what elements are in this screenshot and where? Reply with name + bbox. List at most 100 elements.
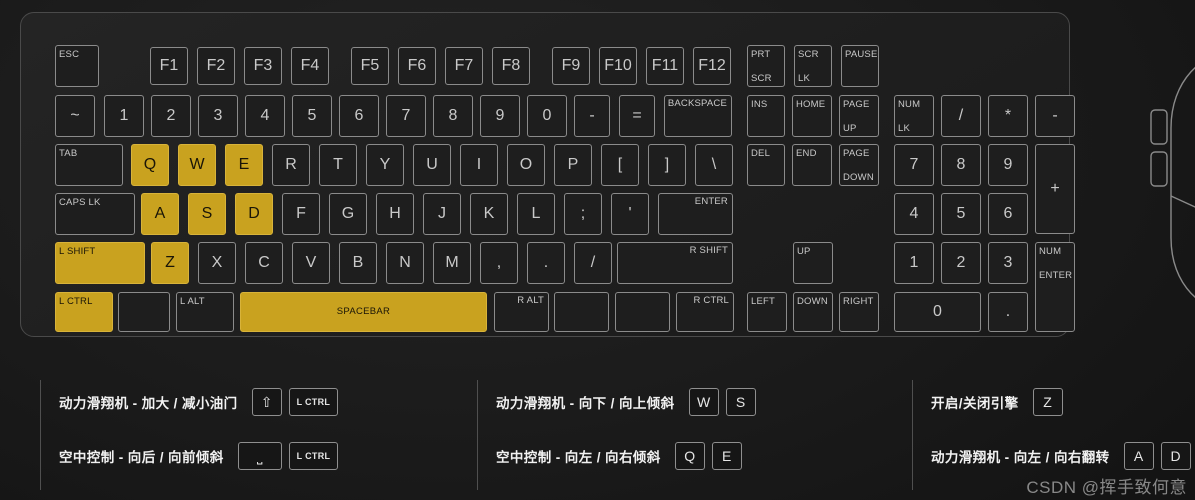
key-d-home_letter_row-3[interactable]: D xyxy=(235,193,273,235)
legend-key-l-ctrl[interactable]: L CTRL xyxy=(288,388,339,416)
legend-key-w[interactable]: W xyxy=(688,388,719,416)
key-z-bottom_letter_row-1[interactable]: Z xyxy=(151,242,189,284)
key-down-modifier_row-9[interactable]: DOWN xyxy=(793,292,833,332)
key-y-top_letter_row-6[interactable]: Y xyxy=(366,144,404,186)
key-4-home_letter_row-13[interactable]: 4 xyxy=(894,193,934,235)
key-h-home_letter_row-6[interactable]: H xyxy=(376,193,414,235)
key-3-number_row-3[interactable]: 3 xyxy=(198,95,238,137)
legend-key-d[interactable]: D xyxy=(1160,442,1191,470)
key-ins-number_row-14[interactable]: INS xyxy=(747,95,785,137)
key-8-number_row-8[interactable]: 8 xyxy=(433,95,473,137)
key-o-top_letter_row-9[interactable]: O xyxy=(507,144,545,186)
key-7-top_letter_row-17[interactable]: 7 xyxy=(894,144,934,186)
key-end-top_letter_row-15[interactable]: END xyxy=(792,144,832,186)
key-f8-function_row-8[interactable]: F8 xyxy=(492,47,530,85)
key-blank-home_letter_row-11[interactable]: ' xyxy=(611,193,649,235)
key-blank-top_letter_row-11[interactable]: [ xyxy=(601,144,639,186)
key-6-home_letter_row-15[interactable]: 6 xyxy=(988,193,1028,235)
key-f4-function_row-4[interactable]: F4 xyxy=(291,47,329,85)
legend-key-s[interactable]: S xyxy=(725,388,756,416)
key-n-bottom_letter_row-6[interactable]: N xyxy=(386,242,424,284)
key-f7-function_row-7[interactable]: F7 xyxy=(445,47,483,85)
key-blank-bottom_letter_row-9[interactable]: . xyxy=(527,242,565,284)
legend-key-glyph[interactable]: ⇧ xyxy=(251,388,282,416)
key-w-top_letter_row-2[interactable]: W xyxy=(178,144,216,186)
key-blank-number_row-0[interactable]: ~ xyxy=(55,95,95,137)
key-1-number_row-1[interactable]: 1 xyxy=(104,95,144,137)
key-f6-function_row-6[interactable]: F6 xyxy=(398,47,436,85)
key-blank-bottom_letter_row-10[interactable]: / xyxy=(574,242,612,284)
key-8-top_letter_row-18[interactable]: 8 xyxy=(941,144,981,186)
key-i-top_letter_row-8[interactable]: I xyxy=(460,144,498,186)
key-a-home_letter_row-1[interactable]: A xyxy=(141,193,179,235)
key-f5-function_row-5[interactable]: F5 xyxy=(351,47,389,85)
key-tab-top_letter_row-0[interactable]: TAB xyxy=(55,144,123,186)
key-9-number_row-9[interactable]: 9 xyxy=(480,95,520,137)
legend-key-z[interactable]: Z xyxy=(1032,388,1063,416)
key-u-top_letter_row-7[interactable]: U xyxy=(413,144,451,186)
key-blank-number_row-19[interactable]: * xyxy=(988,95,1028,137)
key-e-top_letter_row-3[interactable]: E xyxy=(225,144,263,186)
key-blank-top_letter_row-12[interactable]: ] xyxy=(648,144,686,186)
key-right-modifier_row-10[interactable]: RIGHT xyxy=(839,292,879,332)
key-f10-function_row-10[interactable]: F10 xyxy=(599,47,637,85)
key-4-number_row-4[interactable]: 4 xyxy=(245,95,285,137)
key-r-ctrl-modifier_row-7[interactable]: R CTRL xyxy=(676,292,734,332)
key-blank-modifier_row-1[interactable] xyxy=(118,292,170,332)
key-2-number_row-2[interactable]: 2 xyxy=(151,95,191,137)
key-blank-bottom_letter_row-8[interactable]: , xyxy=(480,242,518,284)
key-p-top_letter_row-10[interactable]: P xyxy=(554,144,592,186)
key-0-number_row-10[interactable]: 0 xyxy=(527,95,567,137)
key-prt-scr-function_row-13[interactable]: PRT SCR xyxy=(747,45,785,87)
key-f3-function_row-3[interactable]: F3 xyxy=(244,47,282,85)
key-l-home_letter_row-9[interactable]: L xyxy=(517,193,555,235)
key-f-home_letter_row-4[interactable]: F xyxy=(282,193,320,235)
key-blank-number_row-18[interactable]: / xyxy=(941,95,981,137)
key-page-up-number_row-16[interactable]: PAGE UP xyxy=(839,95,879,137)
key-j-home_letter_row-7[interactable]: J xyxy=(423,193,461,235)
key-pause-function_row-15[interactable]: PAUSE xyxy=(841,45,879,87)
key-l-alt-modifier_row-2[interactable]: L ALT xyxy=(176,292,234,332)
key-r-shift-bottom_letter_row-11[interactable]: R SHIFT xyxy=(617,242,733,284)
key-m-bottom_letter_row-7[interactable]: M xyxy=(433,242,471,284)
key-k-home_letter_row-8[interactable]: K xyxy=(470,193,508,235)
legend-key-l-ctrl[interactable]: L CTRL xyxy=(288,442,339,470)
legend-key-glyph[interactable]: ⎵ xyxy=(237,442,282,470)
key-num-enter-bottom_letter_row-16[interactable]: NUM ENTER xyxy=(1035,242,1075,332)
key-6-number_row-6[interactable]: 6 xyxy=(339,95,379,137)
key-3-bottom_letter_row-15[interactable]: 3 xyxy=(988,242,1028,284)
key-r-alt-modifier_row-4[interactable]: R ALT xyxy=(494,292,549,332)
key-7-number_row-7[interactable]: 7 xyxy=(386,95,426,137)
key-spacebar-modifier_row-3[interactable]: SPACEBAR xyxy=(240,292,487,332)
legend-key-e[interactable]: E xyxy=(711,442,742,470)
key-esc-function_row-0[interactable]: ESC xyxy=(55,45,99,87)
key-scr-lk-function_row-14[interactable]: SCR LK xyxy=(794,45,832,87)
key-f9-function_row-9[interactable]: F9 xyxy=(552,47,590,85)
key-blank-modifier_row-5[interactable] xyxy=(554,292,609,332)
legend-key-q[interactable]: Q xyxy=(674,442,705,470)
key-x-bottom_letter_row-2[interactable]: X xyxy=(198,242,236,284)
key-f11-function_row-11[interactable]: F11 xyxy=(646,47,684,85)
key-b-bottom_letter_row-5[interactable]: B xyxy=(339,242,377,284)
key-blank-number_row-12[interactable]: = xyxy=(619,95,655,137)
key-up-bottom_letter_row-12[interactable]: UP xyxy=(793,242,833,284)
key-blank-home_letter_row-10[interactable]: ; xyxy=(564,193,602,235)
key-caps-lk-home_letter_row-0[interactable]: CAPS LK xyxy=(55,193,135,235)
key-2-bottom_letter_row-14[interactable]: 2 xyxy=(941,242,981,284)
key-blank-modifier_row-6[interactable] xyxy=(615,292,670,332)
key-enter-home_letter_row-12[interactable]: ENTER xyxy=(658,193,733,235)
key-r-top_letter_row-4[interactable]: R xyxy=(272,144,310,186)
key-c-bottom_letter_row-3[interactable]: C xyxy=(245,242,283,284)
key-left-modifier_row-8[interactable]: LEFT xyxy=(747,292,787,332)
key-q-top_letter_row-1[interactable]: Q xyxy=(131,144,169,186)
key-v-bottom_letter_row-4[interactable]: V xyxy=(292,242,330,284)
key-9-top_letter_row-19[interactable]: 9 xyxy=(988,144,1028,186)
key-5-home_letter_row-14[interactable]: 5 xyxy=(941,193,981,235)
key-g-home_letter_row-5[interactable]: G xyxy=(329,193,367,235)
key-home-number_row-15[interactable]: HOME xyxy=(792,95,832,137)
key-f2-function_row-2[interactable]: F2 xyxy=(197,47,235,85)
key-num-lk-number_row-17[interactable]: NUM LK xyxy=(894,95,934,137)
key-del-top_letter_row-14[interactable]: DEL xyxy=(747,144,785,186)
key-5-number_row-5[interactable]: 5 xyxy=(292,95,332,137)
key-blank-top_letter_row-13[interactable]: \ xyxy=(695,144,733,186)
